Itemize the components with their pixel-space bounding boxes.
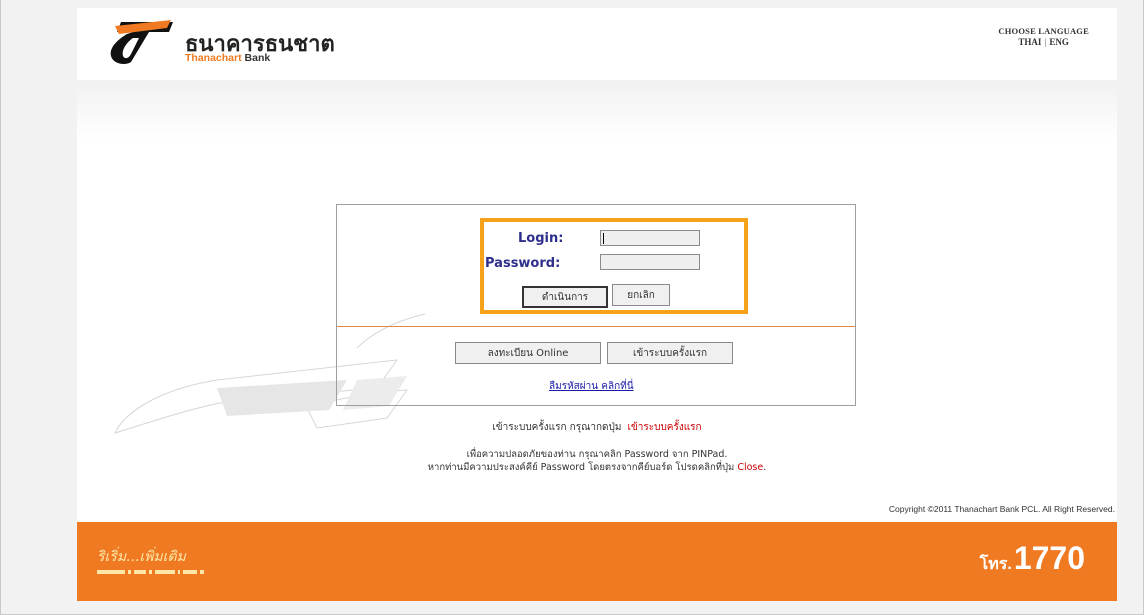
page-container: ธนาคารธนชาต Thanachart Bank CHOOSE LANGU… xyxy=(77,8,1117,601)
hotline-prefix: โทร. xyxy=(979,556,1012,573)
first-time-note-text: เข้าระบบครั้งแรก กรุณากดปุ่ม xyxy=(492,422,622,433)
footer: ริเริ่ม...เพิ่มเติม โทร.1770 xyxy=(77,522,1117,601)
bank-name-en-suffix: Bank xyxy=(244,52,271,64)
close-suffix: . xyxy=(763,462,767,473)
forgot-password-link[interactable]: ลืมรหัสผ่าน คลิกที่นี่ xyxy=(549,379,634,394)
login-input[interactable] xyxy=(600,230,700,246)
browser-viewport: ธนาคารธนชาต Thanachart Bank CHOOSE LANGU… xyxy=(0,0,1144,615)
panel-divider xyxy=(337,326,855,327)
bank-logo[interactable]: ธนาคารธนชาต Thanachart Bank xyxy=(107,16,347,66)
first-time-login-button[interactable]: เข้าระบบครั้งแรก xyxy=(607,342,733,364)
cancel-button[interactable]: ยกเลิก xyxy=(612,284,670,306)
footer-slogan: ริเริ่ม...เพิ่มเติม xyxy=(97,549,186,565)
choose-language-label: CHOOSE LANGUAGE xyxy=(998,26,1089,36)
lang-thai-link[interactable]: THAI xyxy=(1018,37,1041,47)
first-time-note: เข้าระบบครั้งแรก กรุณากดปุ่ม เข้าระบบครั้… xyxy=(77,420,1117,435)
security-note-line1: เพื่อความปลอดภัยของท่าน กรุณาคลิก Passwo… xyxy=(466,449,728,460)
thanachart-logo-icon xyxy=(110,20,173,64)
register-online-button[interactable]: ลงทะเบียน Online xyxy=(455,342,601,364)
header: ธนาคารธนชาต Thanachart Bank CHOOSE LANGU… xyxy=(77,8,1117,80)
language-selector: CHOOSE LANGUAGE THAI | ENG xyxy=(998,26,1089,48)
footer-stripes-icon xyxy=(97,570,204,574)
copyright-text: Copyright ©2011 Thanachart Bank PCL. All… xyxy=(888,504,1115,514)
first-time-note-link[interactable]: เข้าระบบครั้งแรก xyxy=(627,422,701,433)
lang-eng-link[interactable]: ENG xyxy=(1049,37,1069,47)
bank-name-english: Thanachart Bank xyxy=(185,52,270,64)
login-panel: Login: Password: ดำเนินการ ยกเลิก ลงทะเบ… xyxy=(336,204,856,406)
header-shadow xyxy=(77,80,1117,140)
text-caret xyxy=(603,233,604,244)
security-note-line2: หากท่านมีความประสงค์คีย์ Password โดยตรง… xyxy=(427,462,735,473)
password-input[interactable] xyxy=(600,254,700,270)
language-links: THAI | ENG xyxy=(998,37,1089,48)
close-link[interactable]: Close xyxy=(737,462,763,473)
security-note-line2-wrap: หากท่านมีความประสงค์คีย์ Password โดยตรง… xyxy=(77,461,1117,474)
security-note: เพื่อความปลอดภัยของท่าน กรุณาคลิก Passwo… xyxy=(77,448,1117,474)
lang-separator: | xyxy=(1044,37,1047,47)
submit-button[interactable]: ดำเนินการ xyxy=(522,286,608,308)
password-label: Password: xyxy=(485,256,561,271)
hotline-number: 1770 xyxy=(1013,540,1085,576)
bank-name-en-prefix: Thanachart xyxy=(185,52,242,64)
login-label: Login: xyxy=(518,231,564,246)
hotline: โทร.1770 xyxy=(980,540,1085,577)
